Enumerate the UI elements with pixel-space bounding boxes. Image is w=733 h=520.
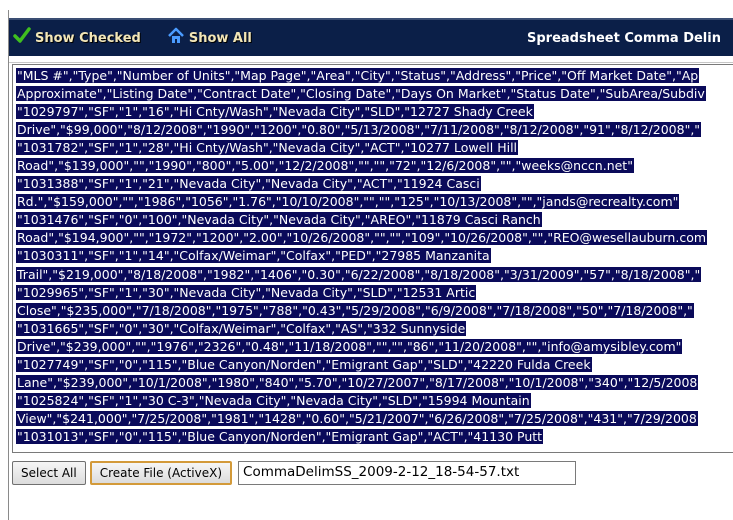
show-all-button[interactable]: Show All xyxy=(167,20,252,56)
export-line: Approximate","Listing Date","Contract Da… xyxy=(16,85,733,103)
export-line-text: "1029965","SF","1","30","Nevada City","N… xyxy=(16,284,477,300)
bottom-bar: Select All Create File (ActiveX) CommaDe… xyxy=(12,460,577,486)
export-line: "MLS #","Type","Number of Units","Map Pa… xyxy=(16,67,733,85)
show-checked-label: Show Checked xyxy=(35,30,141,46)
toolbar: Show Checked Show All Spreadsheet Comma … xyxy=(9,18,733,56)
export-line: Drive","$99,000","8/12/2008","1990","120… xyxy=(16,121,733,139)
export-line: "1030311","SF","1","14","Colfax/Weimar",… xyxy=(16,247,733,265)
export-line-text: "1027749","SF","0","115","Blue Canyon/No… xyxy=(16,356,592,372)
export-textarea[interactable]: "MLS #","Type","Number of Units","Map Pa… xyxy=(12,64,733,453)
export-line: Road","$139,000","","1990","800","5.00",… xyxy=(16,157,733,175)
export-line: "1031476","SF","0","100","Nevada City","… xyxy=(16,211,733,229)
export-line-text: "1031013","SF","0","115","Blue Canyon/No… xyxy=(16,428,544,444)
export-line-text: "1029797","SF","1","16","Hi Cnty/Wash","… xyxy=(16,104,534,120)
export-line: "1029797","SF","1","16","Hi Cnty/Wash","… xyxy=(16,103,733,121)
divider xyxy=(9,56,733,63)
export-line: Drive","$239,000","","1976","2326","0.48… xyxy=(16,338,733,356)
frame-border xyxy=(8,10,9,520)
show-all-label: Show All xyxy=(188,30,252,46)
export-line-text: "MLS #","Type","Number of Units","Map Pa… xyxy=(16,68,700,83)
export-line-text: Drive","$239,000","","1976","2326","0.48… xyxy=(16,338,683,354)
select-all-button[interactable]: Select All xyxy=(12,461,86,485)
export-line-text: Road","$194,900","","1972","1200","2.00"… xyxy=(16,230,708,246)
checkmark-icon xyxy=(13,27,31,49)
export-line: View","$241,000","7/25/2008","1981","142… xyxy=(16,410,733,428)
export-line-text: "1031388","SF","1","21","Nevada City","N… xyxy=(16,176,481,192)
export-line: "1027749","SF","0","115","Blue Canyon/No… xyxy=(16,356,733,374)
export-line-text: Approximate","Listing Date","Contract Da… xyxy=(16,86,706,102)
export-line: Lane","$239,000","10/1/2008","1980","840… xyxy=(16,374,733,392)
export-line: Trail","$219,000","8/18/2008","1982","14… xyxy=(16,266,733,284)
export-line: Road","$194,900","","1972","1200","2.00"… xyxy=(16,229,733,247)
export-line: "1031665","SF","0","30","Colfax/Weimar",… xyxy=(16,320,733,338)
export-line-text: Road","$139,000","","1990","800","5.00",… xyxy=(16,158,634,174)
home-icon xyxy=(167,27,185,49)
export-line-text: "1030311","SF","1","14","Colfax/Weimar",… xyxy=(16,248,491,264)
export-line-text: Rd.","$159,000","","1986","1056","1.76",… xyxy=(16,194,680,210)
export-line-text: Lane","$239,000","10/1/2008","1980","840… xyxy=(16,374,699,390)
show-checked-button[interactable]: Show Checked xyxy=(13,20,141,56)
export-line-text: "1031665","SF","0","30","Colfax/Weimar",… xyxy=(16,320,467,336)
export-line: "1031013","SF","0","115","Blue Canyon/No… xyxy=(16,428,733,446)
export-line: "1025824","SF","1","30 C-3","Nevada City… xyxy=(16,392,733,410)
export-line-text: "1031782","SF","1","28","Hi Cnty/Wash","… xyxy=(16,140,519,156)
create-file-button[interactable]: Create File (ActiveX) xyxy=(89,461,233,485)
export-line-text: Drive","$99,000","8/12/2008","1990","120… xyxy=(16,122,702,138)
export-line-text: "1025824","SF","1","30 C-3","Nevada City… xyxy=(16,392,531,408)
export-line: "1029965","SF","1","30","Nevada City","N… xyxy=(16,284,733,302)
page-title: Spreadsheet Comma Delin xyxy=(527,30,721,46)
export-line: "1031388","SF","1","21","Nevada City","N… xyxy=(16,175,733,193)
export-line: Close","$235,000","7/18/2008","1975","78… xyxy=(16,302,733,320)
export-line-text: Close","$235,000","7/18/2008","1975","78… xyxy=(16,302,694,318)
export-line: Rd.","$159,000","","1986","1056","1.76",… xyxy=(16,193,733,211)
export-line: "1031782","SF","1","28","Hi Cnty/Wash","… xyxy=(16,139,733,157)
export-line-text: "1031476","SF","0","100","Nevada City","… xyxy=(16,212,542,228)
filename-field[interactable]: CommaDelimSS_2009-2-12_18-54-57.txt xyxy=(238,461,577,485)
export-line-text: View","$241,000","7/25/2008","1981","142… xyxy=(16,410,698,426)
export-line-text: Trail","$219,000","8/18/2008","1982","14… xyxy=(16,266,702,282)
